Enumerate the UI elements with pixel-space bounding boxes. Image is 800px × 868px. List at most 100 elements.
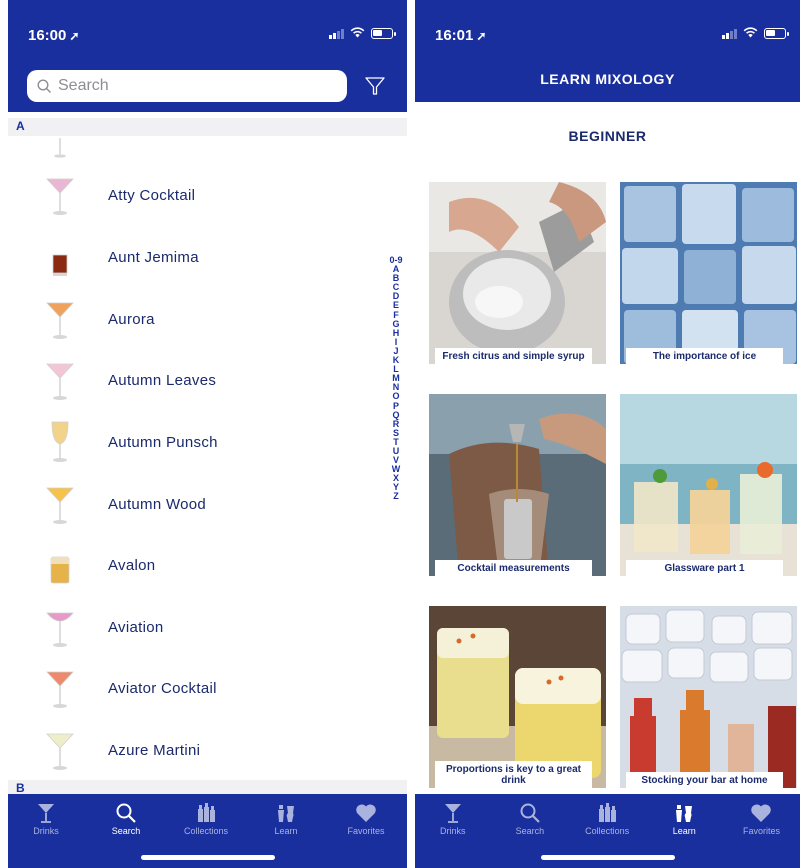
card-caption: Stocking your bar at home [626, 772, 783, 788]
drink-name: Aurora [108, 310, 155, 328]
heart-icon [750, 800, 772, 826]
tab-learn[interactable]: Learn [654, 800, 714, 836]
lesson-card-measurements[interactable]: Cocktail measurements [429, 394, 606, 576]
wifi-icon [743, 27, 758, 40]
drink-glass-icon [44, 603, 76, 651]
card-caption: Glassware part 1 [626, 560, 783, 576]
filter-icon[interactable] [364, 75, 386, 97]
drink-glass-icon [44, 541, 76, 589]
drink-row[interactable]: Aviation [8, 596, 388, 658]
card-caption: Proportions is key to a great drink [435, 761, 592, 788]
pouring-syrup-photo [429, 182, 606, 364]
drink-row[interactable]: Aviator Cocktail [8, 657, 388, 719]
shaker-icon [673, 800, 695, 826]
cellular-signal-icon [329, 28, 344, 39]
card-caption: The importance of ice [626, 348, 783, 364]
section-header-a: A [8, 118, 407, 136]
drink-name: Aunt Jemima [108, 248, 199, 266]
tab-drinks[interactable]: Drinks [16, 800, 76, 836]
page-title: LEARN MIXOLOGY [415, 62, 800, 102]
drink-name: Autumn Wood [108, 495, 207, 513]
card-caption: Cocktail measurements [435, 560, 592, 576]
bottles-icon [596, 800, 618, 826]
drink-row[interactable]: Autumn Wood [8, 473, 388, 535]
wifi-icon [350, 27, 365, 40]
drink-row[interactable]: Aunt Jemima [8, 226, 388, 288]
search-icon [115, 800, 137, 826]
alphabet-index[interactable]: 0-9 A B C D E F G H I J K L M N O P Q R S T U V W X Y Z [384, 255, 407, 502]
drink-name: Azure Martini [108, 741, 201, 759]
drink-name: Aviation [108, 618, 164, 636]
lesson-card-ice[interactable]: The importance of ice [620, 182, 797, 364]
status-bar: 16:01 ➚ [415, 0, 800, 62]
time-text: 16:00 [28, 27, 67, 44]
status-time: 16:01 ➚ [435, 27, 486, 44]
glassware-photo [620, 394, 797, 576]
drink-name: Avalon [108, 556, 156, 574]
tab-search[interactable]: Search [500, 800, 560, 836]
drink-glass-icon [44, 664, 76, 712]
tab-label: Drinks [439, 826, 466, 836]
learn-screen: 16:01 ➚ LEARN MIXOLOGY BEGINNER Fresh cit… [415, 0, 800, 868]
drink-name: Autumn Leaves [108, 371, 217, 389]
tab-learn[interactable]: Learn [256, 800, 316, 836]
tab-collections[interactable]: Collections [577, 800, 637, 836]
drink-glass-icon [44, 171, 76, 219]
home-indicator[interactable] [540, 855, 675, 860]
time-text: 16:01 [435, 27, 474, 44]
search-header [8, 62, 407, 112]
tab-label: Learn [274, 826, 298, 836]
card-caption: Fresh citrus and simple syrup [435, 348, 592, 364]
location-arrow-icon: ➚ [476, 29, 487, 43]
tab-collections[interactable]: Collections [176, 800, 236, 836]
home-indicator[interactable] [140, 855, 275, 860]
drink-glass-icon [54, 138, 66, 158]
tab-drinks[interactable]: Drinks [423, 800, 483, 836]
bottles-on-ice-photo [620, 606, 797, 788]
lesson-card-stocking-bar[interactable]: Stocking your bar at home [620, 606, 797, 788]
search-icon [519, 800, 541, 826]
lesson-card-glassware[interactable]: Glassware part 1 [620, 394, 797, 576]
search-field[interactable] [27, 70, 347, 102]
drink-name: Autumn Punsch [108, 433, 218, 451]
lesson-card-fresh-citrus[interactable]: Fresh citrus and simple syrup [429, 182, 606, 364]
tab-search[interactable]: Search [96, 800, 156, 836]
tab-bar: Drinks Search Collections Learn Favorites [415, 794, 800, 868]
drink-row[interactable]: Autumn Leaves [8, 349, 388, 411]
status-bar: 16:00 ➚ [8, 0, 407, 62]
drink-glass-icon [44, 726, 76, 774]
lesson-card-proportions[interactable]: Proportions is key to a great drink [429, 606, 606, 788]
tab-label: Search [515, 826, 545, 836]
drink-row[interactable]: Atty Cocktail [8, 164, 388, 226]
drink-glass-icon [44, 356, 76, 404]
battery-icon [371, 28, 396, 39]
tab-label: Search [111, 826, 141, 836]
drink-row[interactable]: Azure Martini [8, 719, 388, 781]
drink-glass-icon [44, 295, 76, 343]
cocktail-glass-icon [443, 800, 463, 826]
bottles-icon [195, 800, 217, 826]
index-letter[interactable]: Z [393, 492, 399, 501]
tab-label: Favorites [742, 826, 780, 836]
jigger-pour-photo [429, 394, 606, 576]
drink-glass-icon [44, 233, 76, 281]
tab-bar: Drinks Search Collections Learn Favorites [8, 794, 407, 868]
drink-name: Atty Cocktail [108, 186, 196, 204]
tab-favorites[interactable]: Favorites [336, 800, 396, 836]
heart-icon [355, 800, 377, 826]
ice-cubes-photo [620, 182, 797, 364]
drink-name: Aviator Cocktail [108, 679, 217, 697]
search-input[interactable] [58, 77, 318, 95]
tab-label: Collections [183, 826, 229, 836]
search-icon [37, 78, 51, 93]
shaker-icon [275, 800, 297, 826]
drink-row[interactable]: Autumn Punsch [8, 411, 388, 473]
cellular-signal-icon [722, 28, 737, 39]
drink-row[interactable]: Aurora [8, 288, 388, 350]
location-arrow-icon: ➚ [69, 29, 80, 43]
drink-row[interactable]: Avalon [8, 534, 388, 596]
search-screen: 16:00➚ A Atty Cocktail Aunt Jemima Aurora A… [8, 0, 407, 868]
tab-label: Collections [585, 826, 630, 836]
battery-icon [764, 28, 789, 39]
tab-favorites[interactable]: Favorites [731, 800, 791, 836]
